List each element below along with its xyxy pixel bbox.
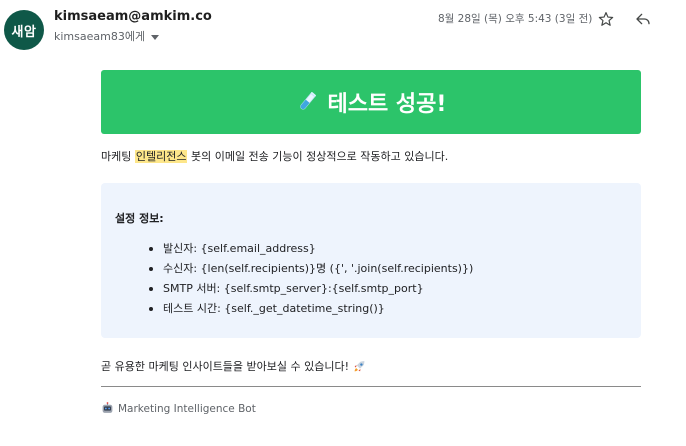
settings-info-title: 설정 정보: [115,212,164,225]
footer-signature: Marketing Intelligence Bot [101,402,256,415]
banner-title: 테스트 성공! [327,92,447,117]
star-icon [598,12,614,26]
avatar[interactable]: 새암 [4,10,44,50]
closing-line: 곧 유용한 마케팅 인사이트들을 받아보실 수 있습니다! [101,358,366,374]
reply-button[interactable] [632,8,654,30]
intro-prefix: 마케팅 [101,150,135,163]
sender-address[interactable]: kimsaeam@amkim.co [54,9,212,24]
list-item: 테스트 시간: {self._get_datetime_string()} [149,299,473,319]
avatar-text: 새암 [11,24,37,40]
email-view: 새암 kimsaeam@amkim.co kimsaeam83에게 8월 28일… [0,0,686,446]
success-banner: 테스트 성공! [101,70,641,134]
email-timestamp: 8월 28일 (목) 오후 5:43 (3일 전) [438,13,593,25]
intro-text: 마케팅 인텔리전스 봇의 이메일 전송 기능이 정상적으로 작동하고 있습니다. [101,148,448,164]
rocket-icon [353,360,366,373]
list-item: 발신자: {self.email_address} [149,239,473,259]
settings-info-box: 설정 정보: 발신자: {self.email_address} 수신자: {l… [101,183,641,338]
chevron-down-icon[interactable] [151,34,160,40]
star-button[interactable] [595,8,617,30]
test-tube-icon [296,90,318,114]
highlighted-term: 인텔리전스 [134,150,188,163]
robot-icon [101,402,114,415]
recipient-details-toggle[interactable]: kimsaeam83에게 [54,28,160,44]
intro-suffix: 봇의 이메일 전송 기능이 정상적으로 작동하고 있습니다. [187,150,449,163]
recipient-label: kimsaeam83에게 [54,30,146,43]
list-item: 수신자: {len(self.recipients)}명 ({', '.join… [149,259,473,279]
list-item: SMTP 서버: {self.smtp_server}:{self.smtp_p… [149,279,473,299]
closing-text: 곧 유용한 마케팅 인사이트들을 받아보실 수 있습니다! [101,360,350,373]
footer-divider [101,386,641,387]
footer-text: Marketing Intelligence Bot [118,402,256,415]
reply-icon [636,13,650,25]
settings-info-list: 발신자: {self.email_address} 수신자: {len(self… [149,239,473,319]
